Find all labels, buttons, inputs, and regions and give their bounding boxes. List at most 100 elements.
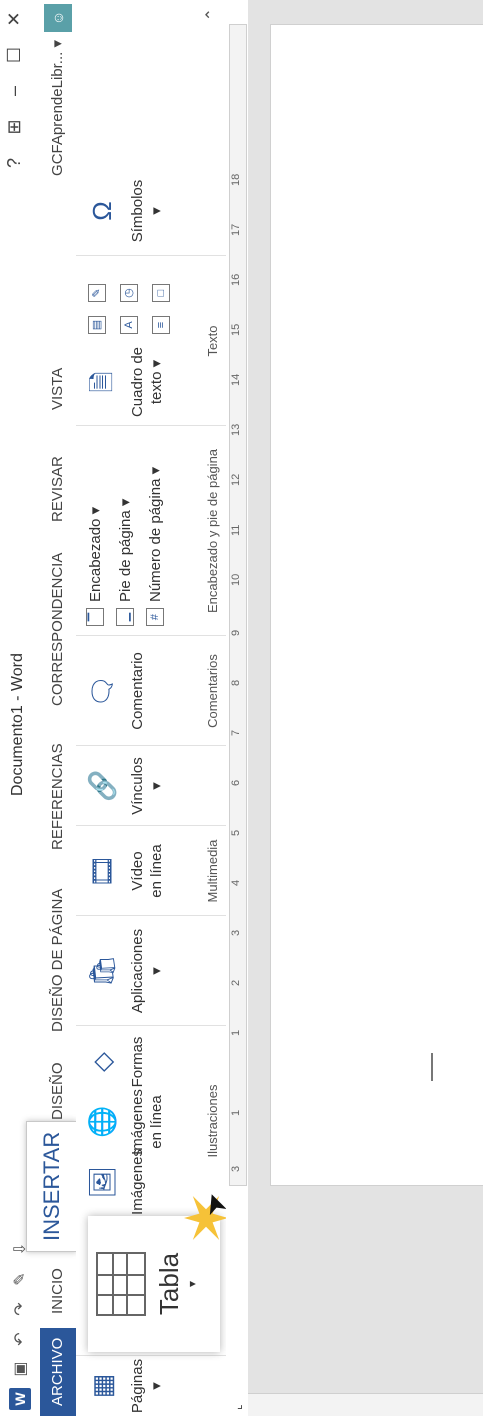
ruler-tick: 14	[230, 373, 242, 386]
tab-diseno[interactable]: DISEÑO	[40, 1052, 76, 1130]
close-icon[interactable]: ✕	[4, 8, 25, 30]
ruler-tick: 5	[230, 829, 242, 836]
imagenes-button[interactable]: 🖼 Imágenes	[82, 1149, 147, 1215]
ruler-tick: 12	[230, 473, 242, 486]
tab-diseno-de-pagina[interactable]: DISEÑO DE PÁGINA	[40, 879, 76, 1042]
ruler-tick: 3	[230, 929, 242, 936]
ribbon: ▦ Páginas ▾ Tabla ▾ ➤ 🖼 Imágenes 🌐 Imáge…	[76, 0, 233, 1416]
ruler-tick: 11	[230, 524, 242, 536]
window-controls: ? ⊞ – ☐ ✕	[4, 8, 25, 174]
ruler-tick: 16	[230, 273, 242, 286]
omega-icon: Ω	[86, 201, 117, 221]
group-label: Multimedia	[205, 839, 220, 903]
ruler-tick: 8	[230, 679, 242, 686]
user-account[interactable]: GCFAprendeLibr... ▾	[40, 40, 76, 176]
drop-cap-icon[interactable]: ≡	[152, 316, 170, 334]
quick-access-toolbar: W ▣ ↶ ↷ ✎ ⇩	[6, 1238, 34, 1416]
chevron-down-icon: ▾	[49, 40, 66, 48]
maximize-icon[interactable]: ☐	[4, 44, 25, 66]
group-encabezado: ▔ Encabezado ▾ ▁ Pie de página ▾ # Númer…	[76, 425, 226, 636]
collapse-ribbon-icon[interactable]: ⌃	[202, 8, 222, 21]
ruler-zone	[229, 24, 247, 1186]
cuadro-de-texto-button[interactable]: 🗎 Cuadro de texto ▾	[82, 342, 166, 422]
ribbon-display-icon[interactable]: ⊞	[4, 116, 25, 138]
tab-selector-icon[interactable]: ⌞	[230, 1404, 244, 1410]
ruler-tick: 17	[230, 223, 242, 236]
ruler-tick: 4	[230, 879, 242, 886]
minimize-icon[interactable]: –	[4, 80, 25, 102]
vertical-ruler[interactable]	[248, 1393, 483, 1416]
ruler-tick: 7	[230, 729, 242, 736]
group-paginas: ▦ Páginas ▾	[76, 1355, 226, 1416]
group-simbolos: Ω Símbolos ▾	[76, 166, 226, 256]
group-label: Texto	[205, 325, 220, 357]
pages-icon: ▦	[86, 1373, 117, 1399]
pie-de-pagina-button[interactable]: ▁ Pie de página ▾	[116, 499, 134, 626]
window-title: Documento1 - Word	[9, 653, 26, 796]
document-page[interactable]	[270, 24, 483, 1186]
word-window: W ▣ ↶ ↷ ✎ ⇩ Documento1 - Word ? ⊞ – ☐ ✕ …	[0, 0, 483, 1416]
group-label: Encabezado y pie de página	[205, 448, 220, 614]
comentario-button[interactable]: 🗨 Comentario	[82, 640, 147, 742]
shapes-icon: ◇	[86, 1052, 117, 1072]
ruler-tick: 1	[230, 1109, 242, 1116]
undo-icon[interactable]: ↶	[9, 1328, 31, 1350]
group-ilustraciones: 🖼 Imágenes 🌐 Imágenes en línea ◇ Formas …	[76, 1025, 226, 1216]
help-icon[interactable]: ?	[4, 152, 25, 174]
user-name: GCFAprendeLibr...	[49, 51, 66, 176]
tab-insertar[interactable]: INSERTAR	[26, 1120, 77, 1252]
tab-archivo[interactable]: ARCHIVO	[40, 1327, 76, 1416]
group-aplicaciones: 🛍 Aplicaciones ▾	[76, 915, 226, 1026]
ruler-tick: 3	[230, 1165, 242, 1172]
tab-revisar[interactable]: REVISAR	[40, 446, 76, 532]
tab-correspondencia[interactable]: CORRESPONDENCIA	[40, 543, 76, 716]
vinculos-button[interactable]: 🔗 Vínculos ▾	[82, 750, 166, 822]
signature-icon[interactable]: ✎	[88, 284, 106, 302]
formas-button[interactable]: ◇ Formas	[82, 1034, 147, 1090]
imagenes-en-linea-button[interactable]: 🌐 Imágenes en línea	[82, 1089, 166, 1155]
object-icon[interactable]: □	[152, 284, 170, 302]
video-en-linea-button[interactable]: 🎞 Vídeo en línea	[82, 830, 166, 912]
tab-vista[interactable]: VISTA	[40, 358, 76, 420]
text-box-icon: 🗎	[86, 371, 117, 393]
tabla-button[interactable]: Tabla ▾	[88, 1216, 220, 1352]
group-label: Comentarios	[205, 654, 220, 728]
simbolos-button[interactable]: Ω Símbolos ▾	[82, 170, 166, 252]
redo-icon[interactable]: ↷	[9, 1298, 31, 1320]
table-icon	[96, 1252, 146, 1316]
group-vinculos: 🔗 Vínculos ▾	[76, 745, 226, 826]
ribbon-tabs: ARCHIVO INICIO INSERTAR DISEÑO DISEÑO DE…	[26, 0, 77, 1416]
comment-icon: 🗨	[86, 674, 117, 708]
online-picture-icon: 🌐	[86, 1105, 117, 1139]
paginas-button[interactable]: ▦ Páginas ▾	[82, 1359, 166, 1413]
format-painter-icon[interactable]: ✎	[9, 1268, 31, 1290]
ruler-tick: 10	[230, 573, 242, 586]
text-cursor	[431, 1053, 433, 1081]
ruler-tick: 6	[230, 779, 242, 786]
encabezado-button[interactable]: ▔ Encabezado ▾	[86, 507, 104, 626]
chevron-down-icon: ▾	[185, 1280, 199, 1288]
numero-de-pagina-button[interactable]: # Número de página ▾	[146, 467, 164, 626]
ruler-tick: 15	[230, 323, 242, 336]
ruler-tick: 2	[230, 979, 242, 986]
store-icon: 🛍	[86, 954, 117, 988]
ruler-tick: 1	[230, 1029, 242, 1036]
group-label: Ilustraciones	[205, 1084, 220, 1158]
group-texto: 🗎 Cuadro de texto ▾ ▤ ✎ A ◷ ≡ □ Texto	[76, 255, 226, 426]
word-icon[interactable]: W	[9, 1388, 31, 1410]
page-number-icon: #	[146, 608, 164, 626]
tab-referencias[interactable]: REFERENCIAS	[40, 733, 76, 860]
horizontal-ruler[interactable]: ⌞ 3 1 1 2 3 4 5 6 7 8 9 10 11 12 13 14 1…	[226, 0, 249, 1416]
document-area[interactable]	[248, 0, 483, 1416]
ruler-tick: 18	[230, 173, 242, 186]
online-video-icon: 🎞	[86, 854, 117, 888]
group-multimedia: 🎞 Vídeo en línea Multimedia	[76, 825, 226, 916]
tab-inicio[interactable]: INICIO	[40, 1258, 76, 1324]
ruler-tick: 13	[230, 423, 242, 436]
avatar[interactable]: ☺	[44, 4, 72, 32]
wordart-icon[interactable]: A	[120, 316, 138, 334]
quick-parts-icon[interactable]: ▤	[88, 316, 106, 334]
aplicaciones-button[interactable]: 🛍 Aplicaciones ▾	[82, 920, 166, 1022]
save-icon[interactable]: ▣	[9, 1358, 31, 1380]
date-time-icon[interactable]: ◷	[120, 284, 138, 302]
